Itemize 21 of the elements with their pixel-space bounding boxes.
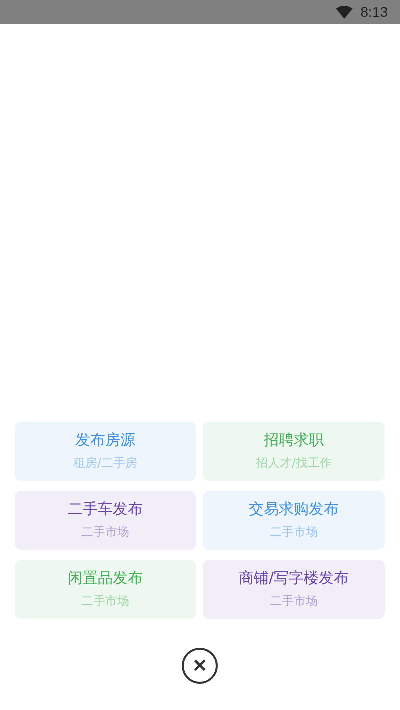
option-card[interactable]: 发布房源 租房/二手房	[15, 422, 196, 481]
option-subtitle: 二手市场	[82, 524, 130, 541]
option-subtitle: 招人才/找工作	[256, 455, 332, 472]
option-title: 招聘求职	[264, 431, 324, 450]
option-card[interactable]: 二手车发布 二手市场	[15, 491, 196, 550]
option-card[interactable]: 商铺/写字楼发布 二手市场	[203, 560, 385, 619]
option-card[interactable]: 交易求购发布 二手市场	[203, 491, 385, 550]
option-subtitle: 二手市场	[82, 593, 130, 610]
close-button[interactable]: ✕	[182, 648, 218, 684]
option-title: 交易求购发布	[249, 500, 339, 519]
clock: 8:13	[360, 4, 388, 20]
option-subtitle: 二手市场	[270, 593, 318, 610]
option-card[interactable]: 招聘求职 招人才/找工作	[203, 422, 385, 481]
wifi-icon	[336, 6, 353, 18]
option-title: 商铺/写字楼发布	[238, 569, 350, 588]
option-subtitle: 二手市场	[270, 524, 318, 541]
option-title: 二手车发布	[68, 500, 143, 519]
option-title: 发布房源	[76, 431, 136, 450]
option-subtitle: 租房/二手房	[73, 455, 138, 472]
option-title: 闲置品发布	[68, 569, 143, 588]
option-card[interactable]: 闲置品发布 二手市场	[15, 560, 196, 619]
